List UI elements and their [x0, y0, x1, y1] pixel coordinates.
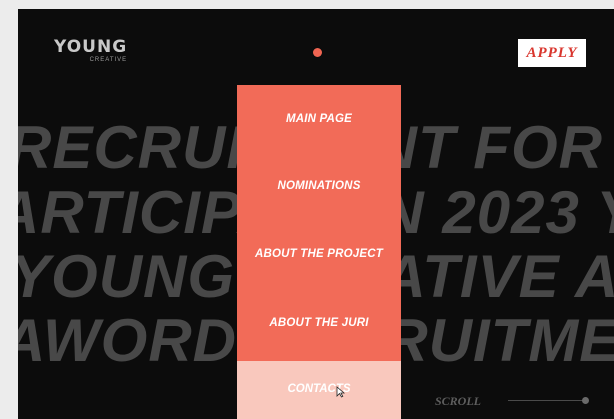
menu-item-contacts-label: CONTACTS	[287, 383, 351, 395]
menu-item-main-page[interactable]: MAIN PAGE	[237, 113, 401, 125]
scroll-label: SCROLL	[435, 394, 482, 408]
logo-sub-text: CREATIVE	[89, 57, 128, 63]
menu-item-contacts[interactable]: CONTACTS	[237, 361, 401, 419]
menu-item-about-project[interactable]: ABOUT THE PROJECT	[237, 248, 401, 260]
mouse-cursor-icon	[336, 386, 345, 398]
scroll-indicator-line	[508, 400, 586, 401]
menu-toggle-dot[interactable]	[313, 48, 322, 57]
site-logo[interactable]: YOUNG CREATIVE	[54, 37, 128, 64]
menu-item-nominations[interactable]: NOMINATIONS	[237, 180, 401, 192]
scroll-indicator-dot	[582, 397, 589, 404]
menu-item-about-juri[interactable]: ABOUT THE JURI	[237, 317, 401, 329]
nav-menu: MAIN PAGE NOMINATIONS ABOUT THE PROJECT …	[237, 85, 401, 419]
logo-main-text: YOUNG	[54, 37, 128, 57]
site-viewport: YOUNG CREATIVE APPLY RECRUITMENT FOR PAR…	[18, 9, 614, 419]
apply-button[interactable]: APPLY	[518, 39, 586, 67]
